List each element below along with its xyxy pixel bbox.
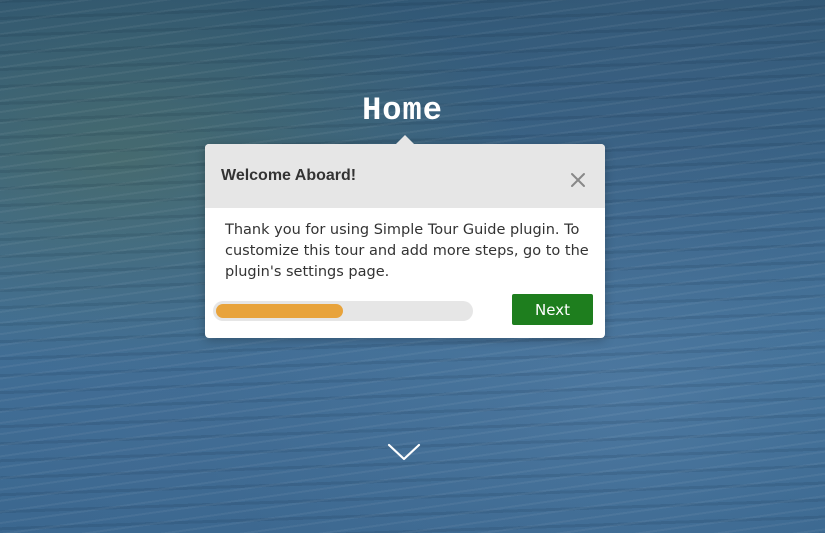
tour-title: Welcome Aboard! <box>221 167 357 184</box>
chevron-down-icon[interactable] <box>387 442 421 462</box>
close-icon[interactable] <box>569 171 587 189</box>
page-title: Home <box>0 92 805 129</box>
tour-header: Welcome Aboard! <box>205 144 605 208</box>
tour-progress-bar <box>213 301 473 321</box>
tour-progress-fill <box>216 304 343 318</box>
page-title-text: Home <box>362 92 443 129</box>
next-button[interactable]: Next <box>512 294 593 325</box>
tour-popup: Welcome Aboard! Thank you for using Simp… <box>205 135 605 338</box>
tour-message: Thank you for using Simple Tour Guide pl… <box>225 222 589 280</box>
